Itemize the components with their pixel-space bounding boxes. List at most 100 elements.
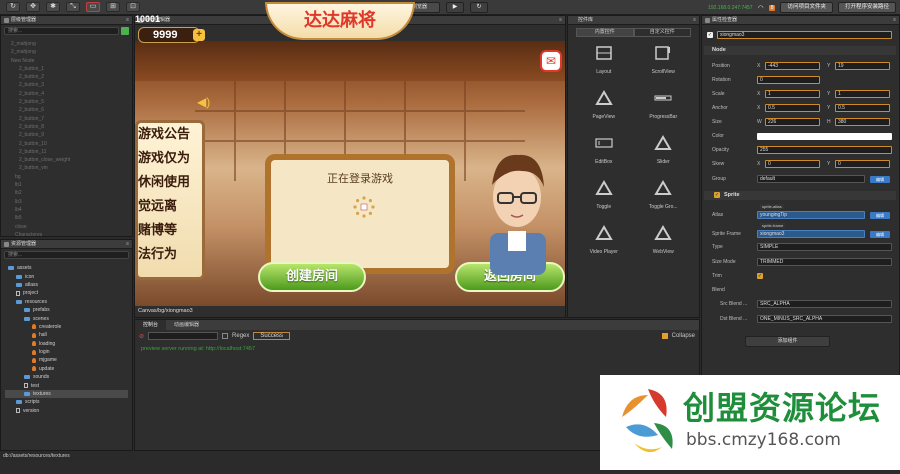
size-w-field[interactable]: 226: [765, 118, 820, 126]
asset-item[interactable]: login: [5, 348, 128, 356]
tab-animation-editor[interactable]: 动画编辑器: [166, 320, 207, 330]
add-component-button[interactable]: 添加组件: [745, 336, 830, 347]
widget-editbox[interactable]: EditBox: [574, 134, 634, 165]
notification-icon[interactable]: 8: [768, 4, 776, 11]
hierarchy-node[interactable]: Charactores: [5, 231, 128, 239]
position-y-field[interactable]: 19: [835, 62, 890, 70]
widget-videoplayer[interactable]: Video Player: [574, 224, 634, 255]
pivot-toggle-icon[interactable]: ⊞: [106, 2, 120, 12]
asset-item[interactable]: resources: [5, 298, 128, 306]
widget-togglegroup[interactable]: Toggle Gro...: [634, 179, 694, 210]
hierarchy-node[interactable]: close: [5, 223, 128, 231]
tab-console[interactable]: 控制台: [135, 320, 167, 330]
node-active-checkbox[interactable]: ✓: [707, 32, 713, 38]
position-x-field[interactable]: -443: [765, 62, 820, 70]
hierarchy-node[interactable]: bg: [5, 173, 128, 181]
size-h-field[interactable]: 380: [835, 118, 890, 126]
console-filter-input[interactable]: [148, 332, 219, 340]
tab-custom-widgets[interactable]: 自定义控件: [633, 28, 691, 37]
asset-item[interactable]: icon: [5, 272, 128, 280]
hierarchy-node[interactable]: lb1: [5, 181, 128, 189]
asset-item[interactable]: version: [5, 407, 128, 415]
hierarchy-node[interactable]: lb5: [5, 214, 128, 222]
hierarchy-search-input[interactable]: 搜索...: [4, 27, 119, 35]
asset-item[interactable]: scripts: [5, 398, 128, 406]
rect-tool-icon[interactable]: ▭: [86, 2, 100, 12]
hierarchy-node[interactable]: lb2: [5, 189, 128, 197]
hierarchy-node[interactable]: 2_button_3: [5, 81, 128, 89]
scale-x-field[interactable]: 1: [765, 90, 820, 98]
asset-item[interactable]: prefabs: [5, 306, 128, 314]
hierarchy-node[interactable]: 2_mahjong: [5, 48, 128, 56]
open-project-folder-button[interactable]: 访问项目文件夹: [780, 2, 833, 13]
hierarchy-node[interactable]: 2_button_4: [5, 90, 128, 98]
node-name-field[interactable]: xiongmao3: [717, 31, 892, 39]
regex-checkbox[interactable]: [222, 333, 229, 339]
move-tool-icon[interactable]: ✥: [26, 2, 40, 12]
asset-item[interactable]: mjgame: [5, 356, 128, 364]
anchor-y-field[interactable]: 0.5: [835, 104, 890, 112]
src-blend-select[interactable]: SRC_ALPHA: [757, 300, 892, 308]
hierarchy-node[interactable]: 2_button_8: [5, 123, 128, 131]
asset-item[interactable]: atlass: [5, 281, 128, 289]
open-install-path-button[interactable]: 打开程序安装路径: [837, 2, 896, 13]
scale-tool-icon[interactable]: ⤡: [66, 2, 80, 12]
widget-toggle[interactable]: Toggle: [574, 179, 634, 210]
hierarchy-node[interactable]: 2_button_5: [5, 98, 128, 106]
node-section-header[interactable]: Node: [704, 46, 896, 55]
asset-item[interactable]: test: [5, 381, 128, 389]
asset-item[interactable]: project: [5, 289, 128, 297]
clear-console-icon[interactable]: ⊘: [139, 333, 144, 340]
group-select[interactable]: default: [757, 175, 865, 183]
widget-slider[interactable]: Slider: [634, 134, 694, 165]
hierarchy-node[interactable]: lb3: [5, 198, 128, 206]
hierarchy-node[interactable]: 2_mahjong: [5, 40, 128, 48]
hierarchy-node[interactable]: 2_button_7: [5, 115, 128, 123]
atlas-edit-button[interactable]: 编辑: [870, 212, 890, 219]
trim-checkbox[interactable]: ✓: [757, 273, 763, 279]
hierarchy-node[interactable]: 2_button_close_weight: [5, 156, 128, 164]
assets-search-input[interactable]: 搜索...: [4, 251, 129, 259]
asset-item[interactable]: assets: [5, 264, 128, 272]
asset-item[interactable]: hall: [5, 331, 128, 339]
asset-item[interactable]: sounds: [5, 373, 128, 381]
sprite-section-header[interactable]: Sprite: [704, 191, 896, 200]
coordinate-toggle-icon[interactable]: ⊡: [126, 2, 140, 12]
widget-webview[interactable]: WebView: [634, 224, 694, 255]
rotation-field[interactable]: 0: [757, 76, 820, 84]
refresh-icon[interactable]: ↻: [6, 2, 20, 12]
hierarchy-node[interactable]: 2_button_2: [5, 73, 128, 81]
collapse-checkbox[interactable]: [661, 333, 668, 339]
widget-scrollview[interactable]: ScrollView: [634, 44, 694, 75]
atlas-field[interactable]: youngingTip: [757, 211, 865, 219]
add-node-button[interactable]: [121, 27, 129, 35]
color-swatch[interactable]: [757, 133, 892, 140]
sprite-frame-edit-button[interactable]: 编辑: [870, 231, 890, 238]
hierarchy-node[interactable]: 2_button_9: [5, 131, 128, 139]
share-icon[interactable]: ✉: [540, 50, 562, 72]
play-button[interactable]: ▶: [446, 2, 464, 13]
type-select[interactable]: SIMPLE: [757, 243, 892, 251]
group-edit-button[interactable]: 编辑: [870, 176, 890, 183]
hierarchy-node[interactable]: New Node: [5, 57, 128, 65]
widget-pageview[interactable]: PageView: [574, 89, 634, 120]
sprite-enabled-checkbox[interactable]: ✓: [714, 192, 720, 198]
add-coins-button[interactable]: +: [193, 29, 205, 41]
dst-blend-select[interactable]: ONE_MINUS_SRC_ALPHA: [757, 315, 892, 323]
sprite-frame-field[interactable]: xiongmao3: [757, 230, 865, 238]
size-mode-select[interactable]: TRIMMED: [757, 258, 892, 266]
create-room-button[interactable]: 创建房间: [258, 262, 366, 292]
skew-x-field[interactable]: 0: [765, 160, 820, 168]
hierarchy-node[interactable]: lb4: [5, 206, 128, 214]
rotate-tool-icon[interactable]: ✱: [46, 2, 60, 12]
widget-layout[interactable]: Layout: [574, 44, 634, 75]
hierarchy-node[interactable]: 2_button_1: [5, 65, 128, 73]
asset-item[interactable]: update: [5, 365, 128, 373]
asset-item[interactable]: createrole: [5, 323, 128, 331]
widget-progressbar[interactable]: ProgressBar: [634, 89, 694, 120]
asset-item[interactable]: loading: [5, 340, 128, 348]
asset-item[interactable]: textures: [5, 389, 128, 399]
hierarchy-node[interactable]: 2_button_10: [5, 140, 128, 148]
log-level-select[interactable]: Success: [253, 332, 291, 340]
hierarchy-node[interactable]: 2_button_11: [5, 148, 128, 156]
